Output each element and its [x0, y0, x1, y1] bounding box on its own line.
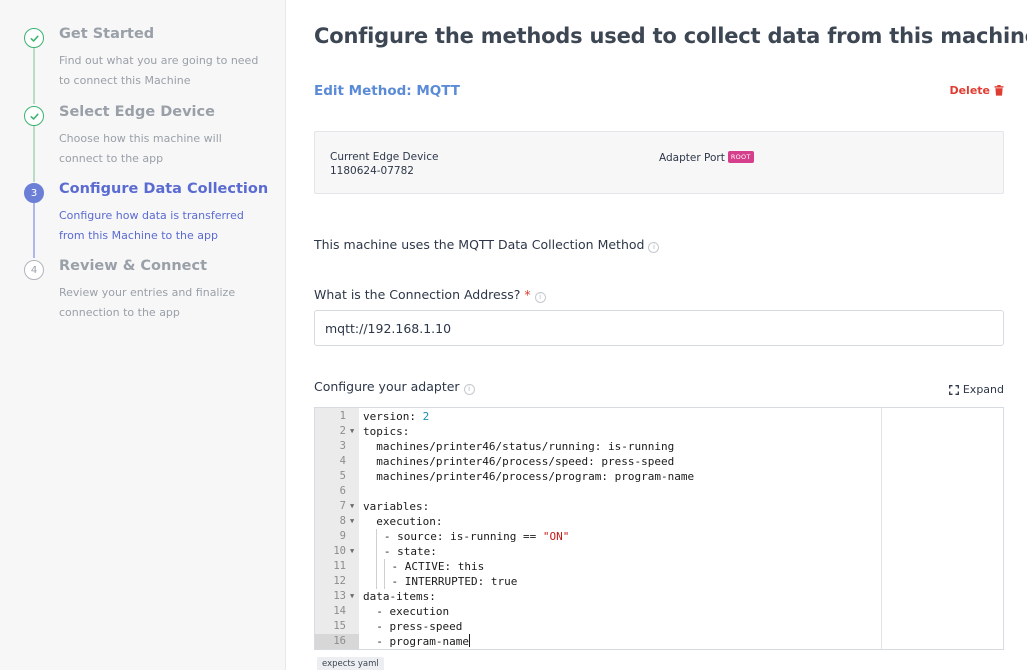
code-line[interactable]: 16 - program-name [315, 634, 1003, 649]
step-title: Review & Connect [59, 258, 208, 274]
step-complete-marker [24, 28, 44, 48]
info-icon[interactable]: i [534, 292, 546, 303]
code-text: machines/printer46/status/running: is-ru… [363, 440, 675, 453]
step-connector [33, 46, 35, 104]
code-line[interactable]: 10 ▼ - state: [315, 544, 1003, 559]
adapter-label-text: Configure your adapter [314, 379, 460, 394]
code-text: - program-name [363, 634, 470, 649]
expand-button[interactable]: Expand [948, 383, 1004, 396]
code-text: execution: [363, 515, 443, 528]
text-cursor [468, 634, 470, 647]
code-text: - ACTIVE: this [363, 559, 484, 574]
configure-adapter-label: Configure your adapter i [314, 379, 475, 395]
step-connector [33, 200, 35, 258]
step-title: Configure Data Collection [59, 181, 269, 197]
info-icon[interactable]: i [463, 384, 475, 395]
code-text: version: 2 [363, 410, 430, 423]
fold-arrow-icon[interactable]: ▼ [350, 499, 359, 514]
code-text: - press-speed [363, 620, 463, 633]
code-text: topics: [363, 425, 410, 438]
code-line[interactable]: 9 - source: is-running == "ON" [315, 529, 1003, 544]
line-number: 6 [339, 485, 346, 497]
method-description: This machine uses the MQTT Data Collecti… [314, 237, 660, 253]
code-line[interactable]: 4 machines/printer46/process/speed: pres… [315, 454, 1003, 469]
edge-device-label: Current Edge Device [330, 151, 439, 163]
wizard-sidebar: Get Started Find out what you are going … [0, 0, 286, 670]
check-icon [30, 35, 39, 42]
step-complete-marker [24, 106, 44, 126]
step-title: Select Edge Device [59, 104, 215, 120]
root-badge: ROOT [727, 151, 754, 163]
code-text: variables: [363, 500, 430, 513]
page-title: Configure the methods used to collect da… [314, 24, 1027, 48]
code-line[interactable]: 2 ▼ topics: [315, 424, 1003, 439]
connection-label-text: What is the Connection Address? [314, 287, 521, 302]
trash-icon [994, 85, 1004, 96]
code-text: - state: [376, 544, 437, 559]
line-number: 14 [333, 605, 346, 617]
delete-label: Delete [949, 84, 990, 97]
code-lines: 1 version: 2 2 ▼ topics: 3 machines/printer… [315, 409, 1003, 649]
delete-button[interactable]: Delete [949, 84, 1004, 97]
step-number-marker: 3 [24, 183, 44, 203]
line-number: 3 [339, 440, 346, 452]
check-icon [30, 113, 39, 120]
step-title: Get Started [59, 26, 155, 42]
code-line[interactable]: 12 - INTERRUPTED: true [315, 574, 1003, 589]
line-number: 5 [339, 470, 346, 482]
required-indicator: * [524, 287, 531, 302]
line-number: 11 [333, 560, 346, 572]
code-text: - INTERRUPTED: true [363, 574, 517, 589]
fold-arrow-icon[interactable]: ▼ [350, 424, 359, 439]
code-text: machines/printer46/process/speed: press-… [363, 455, 675, 468]
edge-device-card: Current Edge Device 1180624-07782 Adapte… [314, 131, 1004, 194]
code-line[interactable]: 11 - ACTIVE: this [315, 559, 1003, 574]
fold-arrow-icon[interactable]: ▼ [350, 544, 359, 559]
expand-icon [948, 384, 959, 395]
fold-arrow-icon[interactable]: ▼ [350, 589, 359, 604]
line-number: 4 [339, 455, 346, 467]
code-line[interactable]: 3 machines/printer46/status/running: is-… [315, 439, 1003, 454]
info-icon[interactable]: i [648, 242, 660, 253]
step-description: Review your entries and finalize connect… [59, 286, 236, 319]
edit-method-heading: Edit Method: MQTT [314, 83, 460, 99]
code-line[interactable]: 1 version: 2 [315, 409, 1003, 424]
step-description: Configure how data is transferred from t… [59, 209, 244, 242]
line-number: 12 [333, 575, 346, 587]
code-text: - execution [363, 605, 450, 618]
step-description: Find out what you are going to need to c… [59, 54, 259, 87]
connection-address-label: What is the Connection Address? * i [314, 287, 546, 303]
adapter-port-label: Adapter Port ROOT [659, 151, 754, 164]
code-line[interactable]: 5 machines/printer46/process/program: pr… [315, 469, 1003, 484]
step-description: Choose how this machine will connect to … [59, 132, 222, 165]
expand-label: Expand [962, 383, 1004, 396]
code-text: data-items: [363, 590, 436, 603]
method-text: This machine uses the MQTT Data Collecti… [314, 237, 645, 252]
line-number: 1 [339, 410, 346, 422]
code-text: machines/printer46/process/program: prog… [363, 470, 695, 483]
adapter-port-text: Adapter Port [659, 152, 725, 164]
code-text-value: - program-name [363, 635, 469, 648]
code-text: - source: is-running == "ON" [376, 529, 570, 544]
step-number-marker: 4 [24, 260, 44, 280]
line-number: 15 [333, 620, 346, 632]
code-line[interactable]: 8 ▼ execution: [315, 514, 1003, 529]
code-line[interactable]: 7 ▼ variables: [315, 499, 1003, 514]
code-line[interactable]: 6 [315, 484, 1003, 499]
line-number: 16 [315, 634, 359, 649]
edge-device-value: 1180624-07782 [330, 165, 414, 177]
connection-address-input[interactable] [314, 310, 1004, 346]
step-connector [33, 124, 35, 182]
code-line[interactable]: 15 - press-speed [315, 619, 1003, 634]
code-line[interactable]: 13 ▼ data-items: [315, 589, 1003, 604]
expects-yaml-tag: expects yaml [317, 657, 384, 670]
code-line[interactable]: 14 - execution [315, 604, 1003, 619]
line-number: 9 [339, 530, 346, 542]
yaml-code-editor[interactable]: 1 version: 2 2 ▼ topics: 3 machines/printer… [314, 407, 1004, 650]
fold-arrow-icon[interactable]: ▼ [350, 514, 359, 529]
